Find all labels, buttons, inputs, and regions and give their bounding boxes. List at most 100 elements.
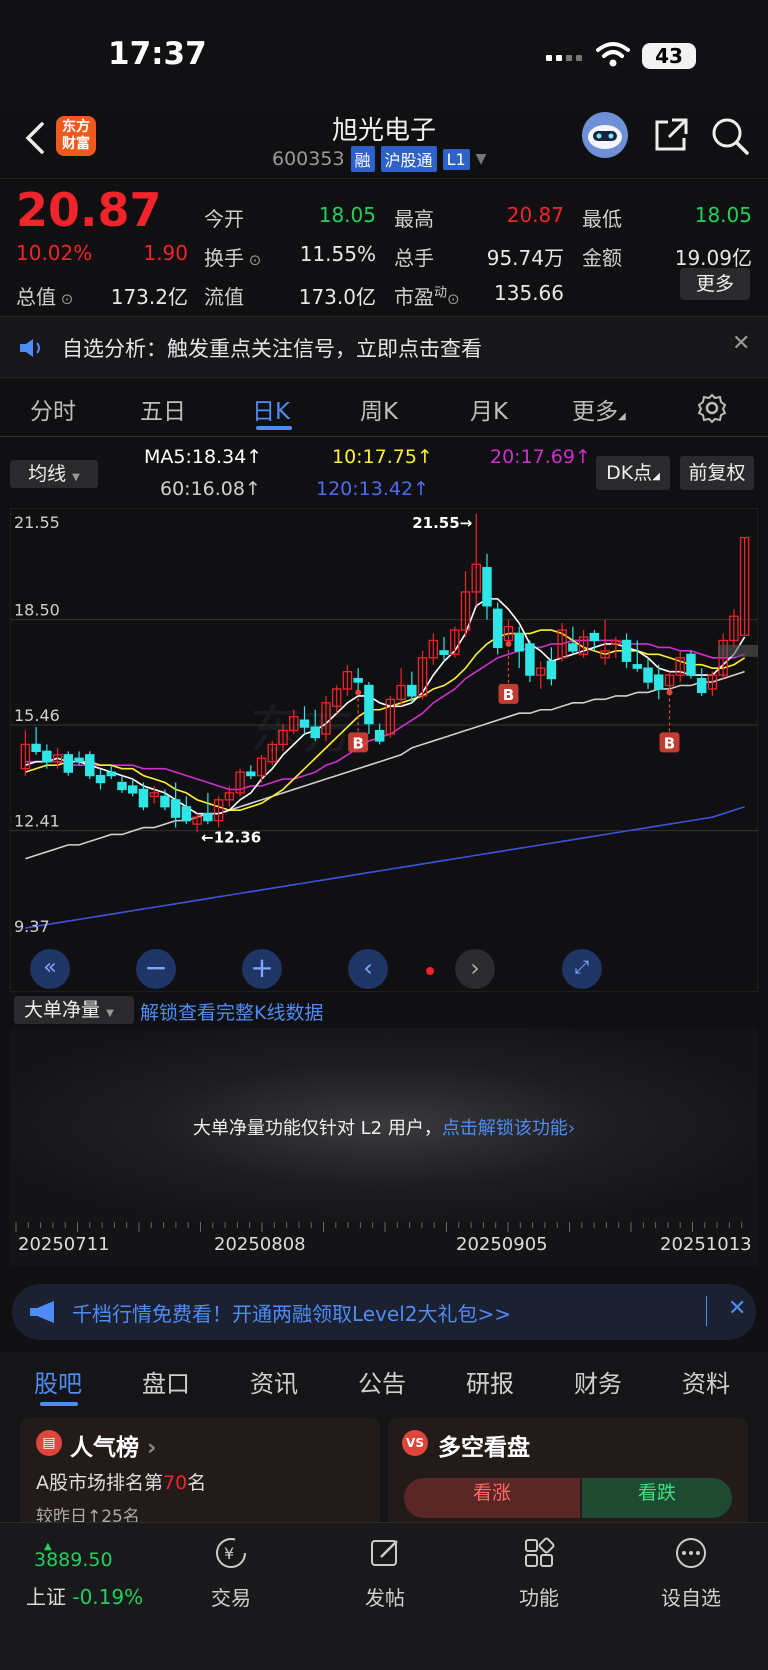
unlock-kline-link[interactable]: 解锁查看完整K线数据 [140,998,323,1025]
candle [503,619,514,644]
buy-signal-label: B [503,686,514,704]
moving-average-row: 均线 ▼ MA5:18.34↑ 10:17.75↑ 20:17.69↑ 60:1… [0,444,768,506]
share-icon[interactable] [652,116,690,154]
high-value: 20.87 [506,203,564,227]
high-label: 最高 [394,207,434,231]
date-ticks [15,1222,743,1232]
nav-post[interactable]: 发帖 [330,1535,440,1611]
popularity-title: 人气榜 › [70,1435,157,1461]
date-label: 20250808 [214,1234,306,1255]
tab-finance[interactable]: 财务 [574,1364,622,1399]
date-axis: 20250711 20250808 20250905 20251013 [10,1222,758,1266]
watermark: 东方 [250,701,354,761]
tab-daily[interactable]: 日K [252,392,290,426]
low-value: 18.05 [694,203,752,227]
candle [739,536,750,636]
candle [20,730,31,776]
cellular-signal-icon [546,55,582,61]
candle [675,650,685,683]
buy-signal-label: B [664,734,675,752]
candle-body [353,677,363,683]
candle [63,751,74,776]
y-axis-label: 21.55 [14,513,60,532]
more-stats-button[interactable]: 更多 [680,268,750,300]
tab-intraday[interactable]: 分时 [30,392,76,426]
candle [546,647,557,686]
kline-chart[interactable]: B B B 21.55 18.50 15.46 12.41 9.37 21.55→ ←12.36… [10,508,758,992]
candle-body [246,771,256,777]
scroll-right-icon[interactable]: › [455,949,495,989]
candle-body [106,771,116,777]
y-axis-label: 18.50 [14,601,60,620]
candle [396,668,406,707]
index-arrow-icon: ▲ [44,1541,52,1552]
tab-news[interactable]: 资讯 [250,1364,298,1399]
candle-body [439,650,449,655]
unlock-feature-link[interactable]: 点击解锁该功能› [442,1118,575,1139]
candle-body [117,781,127,791]
tab-more[interactable]: 更多◢ [572,392,626,426]
edit-post-icon [371,1540,398,1566]
tab-announcements[interactable]: 公告 [358,1364,406,1399]
bullish-button[interactable]: 看涨 [404,1478,580,1518]
fullscreen-icon[interactable]: ⤢ [562,949,602,989]
candle-body [181,806,192,822]
tab-research[interactable]: 研报 [466,1364,514,1399]
y-axis-label: 9.37 [14,917,50,936]
volume-value: 95.74万 [486,246,564,270]
price-tag [718,644,758,657]
current-price: 20.87 [16,183,162,237]
close-icon[interactable]: ✕ [728,1296,746,1321]
candle-body [568,643,578,652]
change-percent: 10.02% [16,241,93,265]
candle-body [621,639,632,662]
close-icon[interactable]: ✕ [732,331,750,356]
scroll-left-icon[interactable]: ‹ [348,949,388,989]
sub-indicator-select[interactable]: 大单净量 ▼ [14,996,134,1024]
candle [600,619,610,665]
indicator-select[interactable]: 均线 ▼ [10,460,98,488]
candle [696,668,707,696]
candle-body [364,684,374,725]
pe-label: 市盈动⊙ [394,285,460,309]
chart-frame [10,508,758,992]
forward-adjust-button[interactable]: 前复权 [680,456,754,490]
zoom-out-icon[interactable]: − [136,949,176,989]
search-icon[interactable] [710,116,750,156]
vs-icon: VS [402,1430,428,1456]
candle-body [203,813,213,822]
notice-bar[interactable]: 自选分析：触发重点关注信号，立即点击查看 ✕ [0,316,768,378]
tab-pankou[interactable]: 盘口 [142,1364,190,1399]
popularity-card[interactable]: ▤ 人气榜 › A股市场排名第70名 较昨日↑25名 [20,1418,380,1528]
nav-functions[interactable]: 功能 [484,1535,594,1611]
candle [535,661,546,689]
tab-five-day[interactable]: 五日 [140,392,186,426]
candle-body [546,660,557,680]
tab-weekly[interactable]: 周K [360,392,398,426]
stock-code-line[interactable]: 600353 融 沪股通 L1 ▼ [272,146,486,172]
candle [117,775,127,793]
candle-body [42,750,52,763]
tab-monthly[interactable]: 月K [470,392,508,426]
index-ticker[interactable]: 上证 -0.19% [26,1581,143,1610]
date-label: 20250711 [18,1234,110,1255]
nav-trade[interactable]: ¥ 交易 [176,1535,286,1611]
tab-profile[interactable]: 资料 [682,1364,730,1399]
bull-bear-title: 多空看盘 [438,1435,530,1461]
robot-assistant-icon[interactable] [578,110,632,160]
settings-gear-icon[interactable] [696,392,728,424]
nav-add-watchlist[interactable]: 设自选 [636,1535,746,1611]
bull-bear-card[interactable]: VS 多空看盘 看涨 看跌 [388,1418,748,1528]
candle [374,723,385,745]
candle-body [696,677,707,694]
zoom-in-icon[interactable]: + [242,949,282,989]
zoom-out-far-button[interactable]: « [30,949,70,989]
amount-label: 金额 [582,246,622,270]
candle [95,768,106,790]
dk-point-button[interactable]: DK点◢ [596,456,670,490]
tab-guba[interactable]: 股吧 [34,1364,82,1399]
bearish-button[interactable]: 看跌 [582,1478,732,1518]
index-value: 3889.50 [34,1549,113,1571]
promo-banner[interactable]: 千档行情免费看！开通两融领取Level2大礼包>> ✕ [12,1284,756,1340]
candle [707,671,718,696]
